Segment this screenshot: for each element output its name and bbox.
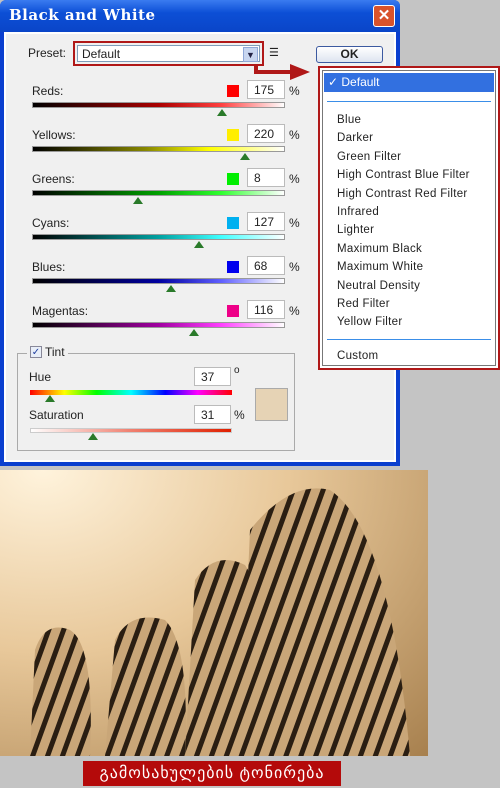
tinted-tiger-photo bbox=[0, 470, 428, 756]
channel-color-swatch bbox=[227, 305, 239, 317]
preset-value: Default bbox=[82, 47, 121, 61]
preset-select[interactable]: Default ▼ bbox=[77, 45, 260, 62]
percent-unit: % bbox=[289, 128, 300, 142]
channel-slider-thumb[interactable] bbox=[216, 109, 227, 116]
chevron-down-icon[interactable]: ▼ bbox=[243, 47, 258, 62]
close-button[interactable]: ✕ bbox=[373, 5, 395, 27]
tigers-image bbox=[30, 488, 410, 756]
preset-options-icon[interactable]: ☰ bbox=[269, 46, 279, 59]
tint-group bbox=[17, 353, 295, 451]
title-bar: Black and White ✕ bbox=[0, 0, 400, 32]
channel-value-input[interactable]: 220 bbox=[247, 124, 285, 143]
menu-item[interactable]: Infrared bbox=[337, 206, 379, 218]
preset-label: Preset: bbox=[28, 46, 67, 60]
menu-item[interactable]: Red Filter bbox=[337, 298, 390, 310]
percent-unit: % bbox=[289, 84, 300, 98]
percent-unit: % bbox=[289, 304, 300, 318]
channel-value-input[interactable]: 68 bbox=[247, 256, 285, 275]
hue-input[interactable]: 37 bbox=[194, 367, 231, 386]
channel-slider[interactable] bbox=[32, 190, 285, 196]
percent-unit: % bbox=[289, 216, 300, 230]
tint-toggle[interactable]: ✓ Tint bbox=[27, 345, 68, 359]
channel-label: Magentas: bbox=[32, 304, 89, 318]
menu-item[interactable]: Darker bbox=[337, 132, 373, 144]
channel-slider[interactable] bbox=[32, 146, 285, 152]
channel-color-swatch bbox=[227, 173, 239, 185]
channel-color-swatch bbox=[227, 85, 239, 97]
menu-item[interactable]: High Contrast Blue Filter bbox=[337, 169, 470, 181]
saturation-slider[interactable] bbox=[30, 428, 232, 433]
tint-checkbox[interactable]: ✓ bbox=[30, 346, 42, 358]
percent-unit: % bbox=[289, 172, 300, 186]
menu-separator bbox=[327, 101, 491, 102]
channel-color-swatch bbox=[227, 129, 239, 141]
tint-label: Tint bbox=[45, 345, 65, 359]
channel-color-swatch bbox=[227, 261, 239, 273]
channel-color-swatch bbox=[227, 217, 239, 229]
channel-slider[interactable] bbox=[32, 322, 285, 328]
preset-highlight: Default ▼ bbox=[73, 41, 264, 66]
channel-slider-thumb[interactable] bbox=[239, 153, 250, 160]
percent-unit: % bbox=[289, 260, 300, 274]
channel-label: Reds: bbox=[32, 84, 64, 98]
degree-unit: o bbox=[234, 365, 240, 376]
hue-slider[interactable] bbox=[30, 390, 232, 395]
channel-value-input[interactable]: 127 bbox=[247, 212, 285, 231]
menu-item[interactable]: Yellow Filter bbox=[337, 316, 402, 328]
menu-item[interactable]: Lighter bbox=[337, 224, 374, 236]
saturation-unit: % bbox=[234, 408, 245, 422]
channel-slider-thumb[interactable] bbox=[133, 197, 144, 204]
hue-label: Hue bbox=[29, 370, 52, 384]
channel-slider-thumb[interactable] bbox=[193, 241, 204, 248]
channel-label: Yellows: bbox=[32, 128, 76, 142]
dialog-title: Black and White bbox=[9, 6, 156, 24]
channel-label: Cyans: bbox=[32, 216, 70, 230]
channel-slider[interactable] bbox=[32, 234, 285, 240]
arrow-icon bbox=[254, 64, 310, 80]
channel-slider[interactable] bbox=[32, 102, 285, 108]
menu-item[interactable]: Neutral Density bbox=[337, 280, 420, 292]
menu-item-label: Default bbox=[341, 75, 380, 89]
channel-value-input[interactable]: 116 bbox=[247, 300, 285, 319]
ok-button[interactable]: OK bbox=[316, 46, 383, 63]
menu-item-custom[interactable]: Custom bbox=[337, 350, 378, 362]
saturation-input[interactable]: 31 bbox=[194, 405, 231, 424]
hue-slider-thumb[interactable] bbox=[45, 395, 55, 402]
menu-item-default[interactable]: ✓ Default bbox=[324, 73, 494, 92]
saturation-label: Saturation bbox=[29, 408, 84, 422]
preset-dropdown-menu: ✓ Default Blue Darker Green Filter High Con… bbox=[318, 66, 500, 370]
channel-label: Blues: bbox=[32, 260, 66, 274]
menu-item[interactable]: Green Filter bbox=[337, 151, 401, 163]
channel-slider-thumb[interactable] bbox=[188, 329, 199, 336]
channel-slider-thumb[interactable] bbox=[166, 285, 177, 292]
menu-item[interactable]: High Contrast Red Filter bbox=[337, 188, 468, 200]
channel-value-input[interactable]: 8 bbox=[247, 168, 285, 187]
check-icon: ✓ bbox=[328, 75, 342, 89]
menu-item[interactable]: Maximum White bbox=[337, 261, 423, 273]
caption-banner: გამოსახულების ტონირება bbox=[83, 761, 341, 786]
channel-label: Greens: bbox=[32, 172, 75, 186]
menu-item[interactable]: Maximum Black bbox=[337, 243, 422, 255]
menu-item[interactable]: Blue bbox=[337, 114, 361, 126]
channel-slider[interactable] bbox=[32, 278, 285, 284]
menu-separator bbox=[327, 339, 491, 340]
saturation-slider-thumb[interactable] bbox=[88, 433, 98, 440]
tint-color-swatch[interactable] bbox=[255, 388, 288, 421]
